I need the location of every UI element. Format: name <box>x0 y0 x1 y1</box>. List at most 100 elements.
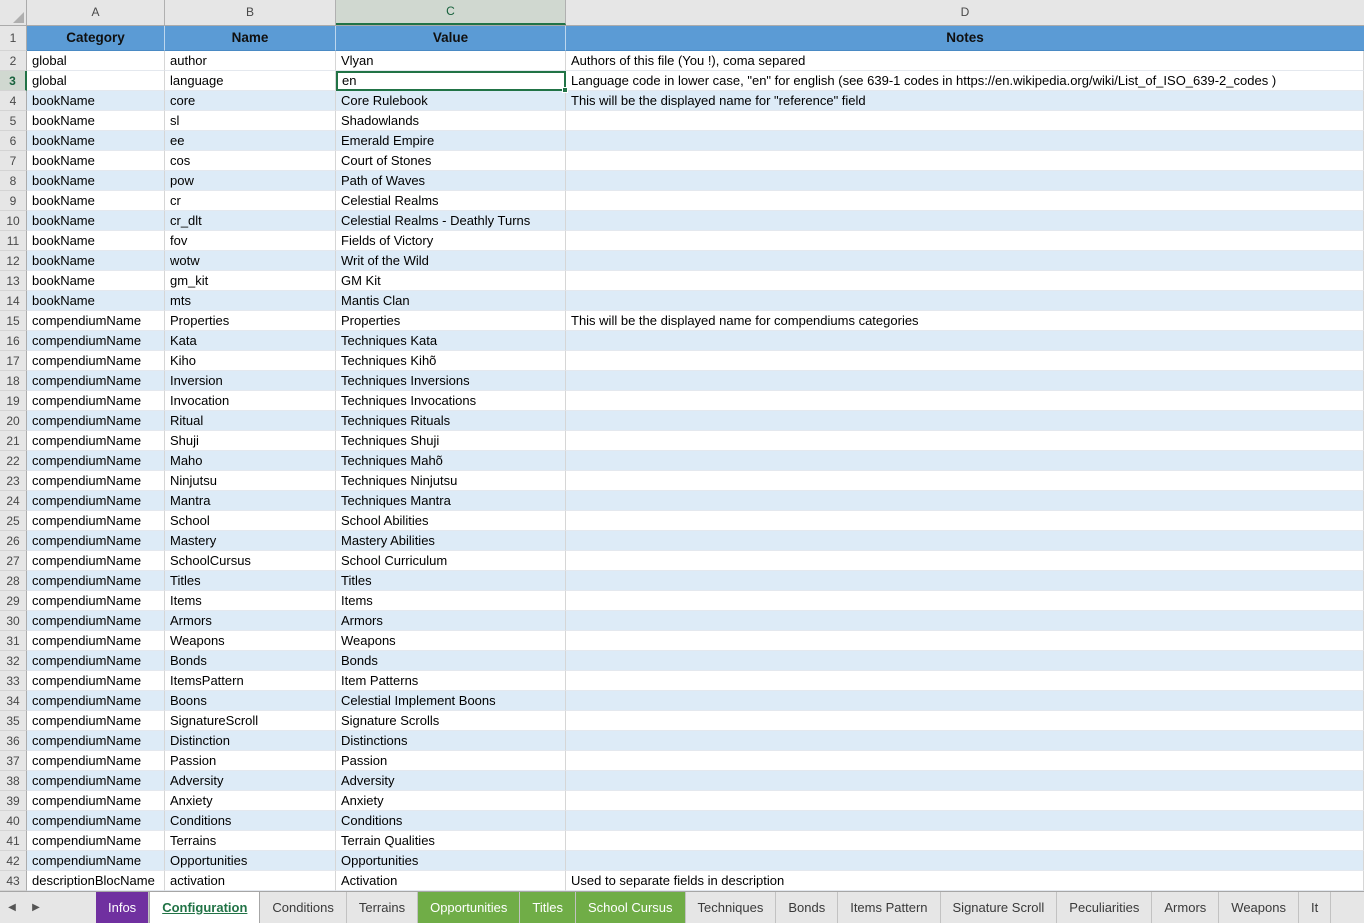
cell-D31[interactable] <box>566 631 1364 651</box>
sheet-tab-peculiarities[interactable]: Peculiarities <box>1057 892 1152 923</box>
sheet-tab-techniques[interactable]: Techniques <box>686 892 777 923</box>
cell-D32[interactable] <box>566 651 1364 671</box>
cell-D10[interactable] <box>566 211 1364 231</box>
cell-A37[interactable]: compendiumName <box>27 751 165 771</box>
row-header-36[interactable]: 36 <box>0 731 27 751</box>
sheet-tab-opportunities[interactable]: Opportunities <box>418 892 520 923</box>
cell-A35[interactable]: compendiumName <box>27 711 165 731</box>
cell-B41[interactable]: Terrains <box>165 831 336 851</box>
row-header-26[interactable]: 26 <box>0 531 27 551</box>
sheet-tab-titles[interactable]: Titles <box>520 892 576 923</box>
cell-C34[interactable]: Celestial Implement Boons <box>336 691 566 711</box>
cell-B12[interactable]: wotw <box>165 251 336 271</box>
cell-A28[interactable]: compendiumName <box>27 571 165 591</box>
cell-C3[interactable]: en <box>336 71 566 91</box>
cell-A29[interactable]: compendiumName <box>27 591 165 611</box>
row-header-5[interactable]: 5 <box>0 111 27 131</box>
cell-C7[interactable]: Court of Stones <box>336 151 566 171</box>
cell-A25[interactable]: compendiumName <box>27 511 165 531</box>
cell-A4[interactable]: bookName <box>27 91 165 111</box>
cell-C14[interactable]: Mantis Clan <box>336 291 566 311</box>
cell-A24[interactable]: compendiumName <box>27 491 165 511</box>
cell-C43[interactable]: Activation <box>336 871 566 891</box>
cell-B34[interactable]: Boons <box>165 691 336 711</box>
sheet-tab-signature-scroll[interactable]: Signature Scroll <box>941 892 1058 923</box>
cell-B15[interactable]: Properties <box>165 311 336 331</box>
cell-A33[interactable]: compendiumName <box>27 671 165 691</box>
cell-B19[interactable]: Invocation <box>165 391 336 411</box>
cell-A19[interactable]: compendiumName <box>27 391 165 411</box>
row-header-4[interactable]: 4 <box>0 91 27 111</box>
cell-B21[interactable]: Shuji <box>165 431 336 451</box>
fill-handle[interactable] <box>562 87 568 93</box>
cell-B39[interactable]: Anxiety <box>165 791 336 811</box>
cell-C22[interactable]: Techniques Mahõ <box>336 451 566 471</box>
cell-A32[interactable]: compendiumName <box>27 651 165 671</box>
cell-D38[interactable] <box>566 771 1364 791</box>
cell-A5[interactable]: bookName <box>27 111 165 131</box>
cell-B22[interactable]: Maho <box>165 451 336 471</box>
row-header-42[interactable]: 42 <box>0 851 27 871</box>
row-header-19[interactable]: 19 <box>0 391 27 411</box>
row-header-23[interactable]: 23 <box>0 471 27 491</box>
cell-B27[interactable]: SchoolCursus <box>165 551 336 571</box>
cell-B40[interactable]: Conditions <box>165 811 336 831</box>
sheet-tab-infos[interactable]: Infos <box>96 892 149 923</box>
row-header-31[interactable]: 31 <box>0 631 27 651</box>
cell-A15[interactable]: compendiumName <box>27 311 165 331</box>
cell-A31[interactable]: compendiumName <box>27 631 165 651</box>
row-header-38[interactable]: 38 <box>0 771 27 791</box>
cell-B38[interactable]: Adversity <box>165 771 336 791</box>
row-header-8[interactable]: 8 <box>0 171 27 191</box>
row-header-24[interactable]: 24 <box>0 491 27 511</box>
column-header-a[interactable]: A <box>27 0 165 25</box>
cell-C18[interactable]: Techniques Inversions <box>336 371 566 391</box>
cell-D16[interactable] <box>566 331 1364 351</box>
cell-A3[interactable]: global <box>27 71 165 91</box>
row-header-35[interactable]: 35 <box>0 711 27 731</box>
row-header-7[interactable]: 7 <box>0 151 27 171</box>
cell-D9[interactable] <box>566 191 1364 211</box>
cell-D40[interactable] <box>566 811 1364 831</box>
cell-D12[interactable] <box>566 251 1364 271</box>
cell-D35[interactable] <box>566 711 1364 731</box>
cell-C10[interactable]: Celestial Realms - Deathly Turns <box>336 211 566 231</box>
row-header-18[interactable]: 18 <box>0 371 27 391</box>
cell-C40[interactable]: Conditions <box>336 811 566 831</box>
cell-C33[interactable]: Item Patterns <box>336 671 566 691</box>
row-header-28[interactable]: 28 <box>0 571 27 591</box>
header-cell-notes[interactable]: Notes <box>566 26 1364 51</box>
cell-D20[interactable] <box>566 411 1364 431</box>
cell-B31[interactable]: Weapons <box>165 631 336 651</box>
header-cell-category[interactable]: Category <box>27 26 165 51</box>
cell-B16[interactable]: Kata <box>165 331 336 351</box>
row-header-40[interactable]: 40 <box>0 811 27 831</box>
header-cell-name[interactable]: Name <box>165 26 336 51</box>
cell-B9[interactable]: cr <box>165 191 336 211</box>
row-header-33[interactable]: 33 <box>0 671 27 691</box>
cell-A27[interactable]: compendiumName <box>27 551 165 571</box>
cell-A2[interactable]: global <box>27 51 165 71</box>
cell-A12[interactable]: bookName <box>27 251 165 271</box>
row-header-3[interactable]: 3 <box>0 71 27 91</box>
sheet-tab-terrains[interactable]: Terrains <box>347 892 418 923</box>
cell-C15[interactable]: Properties <box>336 311 566 331</box>
cell-D33[interactable] <box>566 671 1364 691</box>
row-header-1[interactable]: 1 <box>0 26 27 51</box>
cell-A43[interactable]: descriptionBlocName <box>27 871 165 891</box>
cell-A16[interactable]: compendiumName <box>27 331 165 351</box>
row-header-9[interactable]: 9 <box>0 191 27 211</box>
cell-A18[interactable]: compendiumName <box>27 371 165 391</box>
cell-D36[interactable] <box>566 731 1364 751</box>
sheet-tab-school-cursus[interactable]: School Cursus <box>576 892 686 923</box>
sheet-tab-armors[interactable]: Armors <box>1152 892 1219 923</box>
row-header-34[interactable]: 34 <box>0 691 27 711</box>
cell-D11[interactable] <box>566 231 1364 251</box>
cell-C26[interactable]: Mastery Abilities <box>336 531 566 551</box>
row-header-10[interactable]: 10 <box>0 211 27 231</box>
cell-C12[interactable]: Writ of the Wild <box>336 251 566 271</box>
cell-B11[interactable]: fov <box>165 231 336 251</box>
cell-B5[interactable]: sl <box>165 111 336 131</box>
cell-C23[interactable]: Techniques Ninjutsu <box>336 471 566 491</box>
cell-B13[interactable]: gm_kit <box>165 271 336 291</box>
